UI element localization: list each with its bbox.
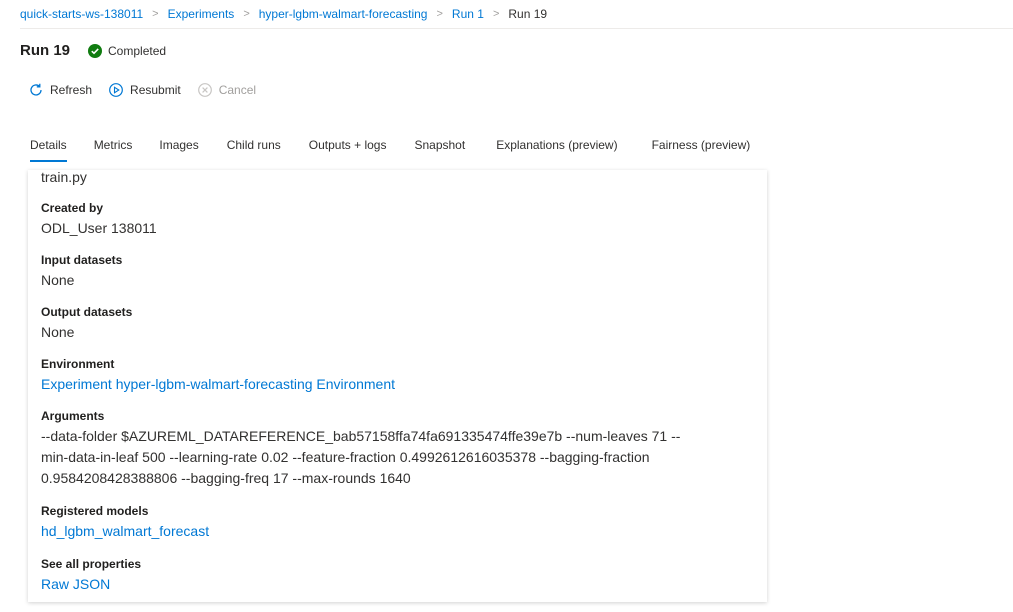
- page-title: Run 19: [20, 42, 71, 59]
- environment-link[interactable]: Experiment hyper-lgbm-walmart-forecastin…: [41, 376, 395, 392]
- title-row: Run 19 Completed: [20, 42, 166, 59]
- chevron-right-icon: >: [492, 8, 500, 20]
- chevron-right-icon: >: [436, 8, 443, 20]
- created-by-label: Created by: [41, 201, 104, 215]
- tab-details[interactable]: Details: [30, 138, 67, 162]
- resubmit-label: Resubmit: [130, 83, 181, 97]
- script-name: train.py: [41, 170, 87, 185]
- registered-model-link[interactable]: hd_lgbm_walmart_forecast: [41, 523, 209, 539]
- status-badge: Completed: [88, 43, 167, 58]
- arguments-line-1: --data-folder $AZUREML_DATAREFERENCE_bab…: [41, 428, 681, 444]
- tab-explanations[interactable]: Explanations (preview): [496, 138, 617, 160]
- output-datasets-value: None: [41, 324, 75, 340]
- arguments-value: --data-folder $AZUREML_DATAREFERENCE_bab…: [41, 426, 756, 489]
- cancel-button[interactable]: Cancel: [197, 82, 256, 98]
- resubmit-button[interactable]: Resubmit: [108, 82, 181, 98]
- tab-fairness[interactable]: Fairness (preview): [652, 138, 751, 160]
- breadcrumb: quick-starts-ws-138011 > Experiments > h…: [20, 0, 1013, 29]
- breadcrumb-workspace[interactable]: quick-starts-ws-138011: [20, 7, 143, 21]
- arguments-line-2: min-data-in-leaf 500 --learning-rate 0.0…: [41, 449, 650, 465]
- arguments-line-3: 0.9584208428388806 --bagging-freq 17 --m…: [41, 470, 411, 486]
- chevron-right-icon: >: [152, 8, 159, 20]
- chevron-right-icon: >: [243, 8, 250, 20]
- toolbar: Refresh Resubmit Cancel: [28, 82, 272, 98]
- registered-models-label: Registered models: [41, 504, 149, 518]
- status-text: Completed: [108, 43, 167, 58]
- breadcrumb-parent-run[interactable]: Run 1: [452, 7, 484, 21]
- environment-label: Environment: [41, 357, 115, 371]
- tab-snapshot[interactable]: Snapshot: [414, 138, 465, 160]
- refresh-button[interactable]: Refresh: [28, 82, 92, 98]
- tab-images[interactable]: Images: [159, 138, 198, 160]
- input-datasets-label: Input datasets: [41, 253, 123, 267]
- tab-metrics[interactable]: Metrics: [94, 138, 133, 160]
- arguments-label: Arguments: [41, 409, 105, 423]
- refresh-icon: [30, 83, 42, 96]
- output-datasets-label: Output datasets: [41, 305, 133, 319]
- cancel-circle-icon: [197, 83, 212, 97]
- breadcrumb-experiments[interactable]: Experiments: [168, 7, 235, 21]
- cancel-label: Cancel: [218, 83, 257, 97]
- tab-child-runs[interactable]: Child runs: [227, 138, 281, 160]
- raw-json-link[interactable]: Raw JSON: [41, 576, 110, 592]
- breadcrumb-experiment[interactable]: hyper-lgbm-walmart-forecasting: [259, 7, 428, 21]
- tab-outputs-logs[interactable]: Outputs + logs: [309, 138, 387, 160]
- see-all-properties-label: See all properties: [41, 557, 142, 571]
- check-circle-icon: [88, 43, 103, 58]
- breadcrumb-current-run: Run 19: [508, 7, 548, 21]
- details-card: train.py Created by ODL_User 138011 Inpu…: [28, 170, 767, 602]
- tab-list: Details Metrics Images Child runs Output…: [30, 138, 751, 162]
- input-datasets-value: None: [41, 272, 75, 288]
- created-by-value: ODL_User 138011: [41, 220, 157, 236]
- refresh-label: Refresh: [50, 83, 93, 97]
- play-circle-icon: [109, 83, 123, 97]
